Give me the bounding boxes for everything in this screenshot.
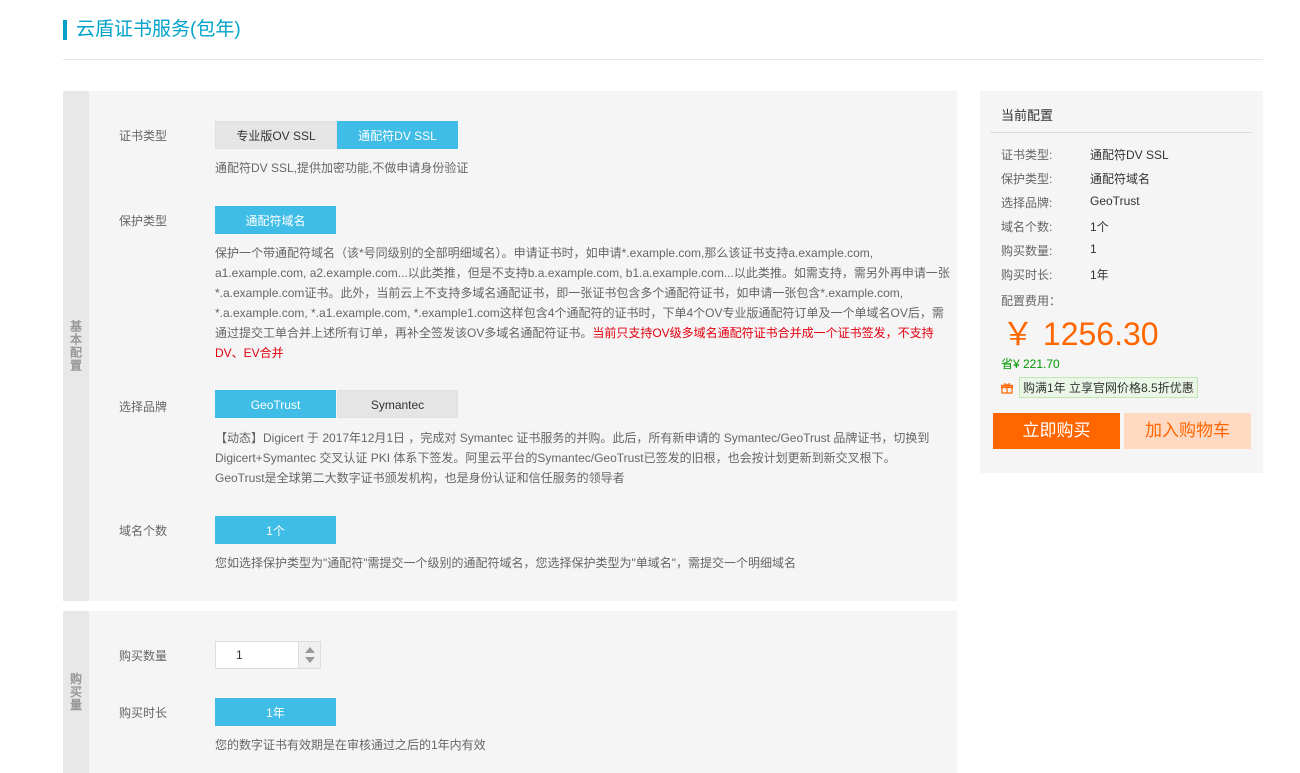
fee-label: 配置费用： xyxy=(1001,294,1062,308)
total-price: ￥ 1256.30 xyxy=(1002,316,1159,352)
domain-count-option-1[interactable]: 1个 xyxy=(215,516,336,544)
brand-option-symantec[interactable]: Symantec xyxy=(337,390,458,418)
summary-key-cert-type: 证书类型: xyxy=(1001,148,1053,162)
summary-value-cert-type: 通配符DV SSL xyxy=(1090,148,1169,162)
protect-type-option-wildcard[interactable]: 通配符域名 xyxy=(215,206,336,234)
decrement-arrow-icon[interactable] xyxy=(305,657,315,663)
quantity-value[interactable]: 1 xyxy=(236,648,243,662)
summary-value-quantity: 1 xyxy=(1090,242,1097,256)
quantity-label: 购买数量 xyxy=(119,649,168,663)
page-header: 云盾证书服务(包年) xyxy=(63,0,1263,60)
promo-row: 购满1年 立享官网价格8.5折优惠 xyxy=(1001,377,1198,398)
summary-value-domain-count: 1个 xyxy=(1090,220,1109,234)
summary-key-protect-type: 保护类型: xyxy=(1001,172,1053,186)
current-config-panel: 当前配置 证书类型: 通配符DV SSL 保护类型: 通配符域名 选择品牌: G… xyxy=(980,91,1263,473)
protect-type-desc: 保护一个带通配符域名（该*号同级别的全部明细域名）。申请证书时，如申请*.exa… xyxy=(215,243,950,363)
cert-type-label: 证书类型 xyxy=(119,129,168,143)
savings-amount: 省¥ 221.70 xyxy=(1001,357,1060,371)
brand-option-geotrust[interactable]: GeoTrust xyxy=(215,390,336,418)
domain-count-desc: 您如选择保护类型为"通配符"需提交一个级别的通配符域名，您选择保护类型为"单域名… xyxy=(215,556,797,570)
title-accent-bar xyxy=(63,20,67,40)
quantity-spinner[interactable] xyxy=(298,642,320,668)
buy-now-button[interactable]: 立即购买 xyxy=(993,413,1120,449)
basic-config-side-label: 基本配置 xyxy=(63,91,89,601)
duration-desc: 您的数字证书有效期是在审核通过之后的1年内有效 xyxy=(215,738,486,752)
summary-key-domain-count: 域名个数: xyxy=(1001,220,1053,234)
brand-desc-news: 【动态】Digicert 于 2017年12月1日 ，完成对 Symantec … xyxy=(215,431,930,465)
quantity-stepper[interactable]: 1 xyxy=(215,641,321,669)
cert-type-desc: 通配符DV SSL,提供加密功能,不做申请身份验证 xyxy=(215,161,469,175)
summary-value-duration: 1年 xyxy=(1090,268,1109,282)
duration-label: 购买时长 xyxy=(119,706,168,720)
cert-type-option-dv[interactable]: 通配符DV SSL xyxy=(337,121,458,149)
basic-config-section: 基本配置 证书类型 专业版OV SSL 通配符DV SSL 通配符DV SSL,… xyxy=(63,91,957,601)
summary-key-duration: 购买时长: xyxy=(1001,268,1053,282)
gift-icon xyxy=(1001,382,1013,394)
promo-tag: 购满1年 立享官网价格8.5折优惠 xyxy=(1019,377,1198,398)
summary-key-brand: 选择品牌: xyxy=(1001,196,1053,210)
brand-desc: 【动态】Digicert 于 2017年12月1日 ，完成对 Symantec … xyxy=(215,428,950,488)
basic-config-side-text: 基本配置 xyxy=(68,320,83,372)
increment-arrow-icon[interactable] xyxy=(305,647,315,653)
brand-desc-about: GeoTrust是全球第二大数字证书颁发机构，也是身份认证和信任服务的领导者 xyxy=(215,471,625,485)
summary-divider xyxy=(990,132,1252,133)
add-to-cart-button[interactable]: 加入购物车 xyxy=(1124,413,1251,449)
purchase-side-label: 购买量 xyxy=(63,611,89,773)
summary-value-brand: GeoTrust xyxy=(1090,194,1140,208)
protect-type-label: 保护类型 xyxy=(119,214,168,228)
domain-count-label: 域名个数 xyxy=(119,524,168,538)
cert-type-option-ov[interactable]: 专业版OV SSL xyxy=(215,121,337,149)
summary-key-quantity: 购买数量: xyxy=(1001,244,1053,258)
page-title: 云盾证书服务(包年) xyxy=(76,19,241,40)
purchase-section: 购买量 购买数量 1 购买时长 1年 您的数字证书有效期是在审核通过之后的1年内… xyxy=(63,611,957,773)
summary-value-protect-type: 通配符域名 xyxy=(1090,172,1151,186)
duration-option-1year[interactable]: 1年 xyxy=(215,698,336,726)
brand-label: 选择品牌 xyxy=(119,400,168,414)
current-config-title: 当前配置 xyxy=(1001,108,1054,123)
purchase-side-text: 购买量 xyxy=(68,672,83,712)
